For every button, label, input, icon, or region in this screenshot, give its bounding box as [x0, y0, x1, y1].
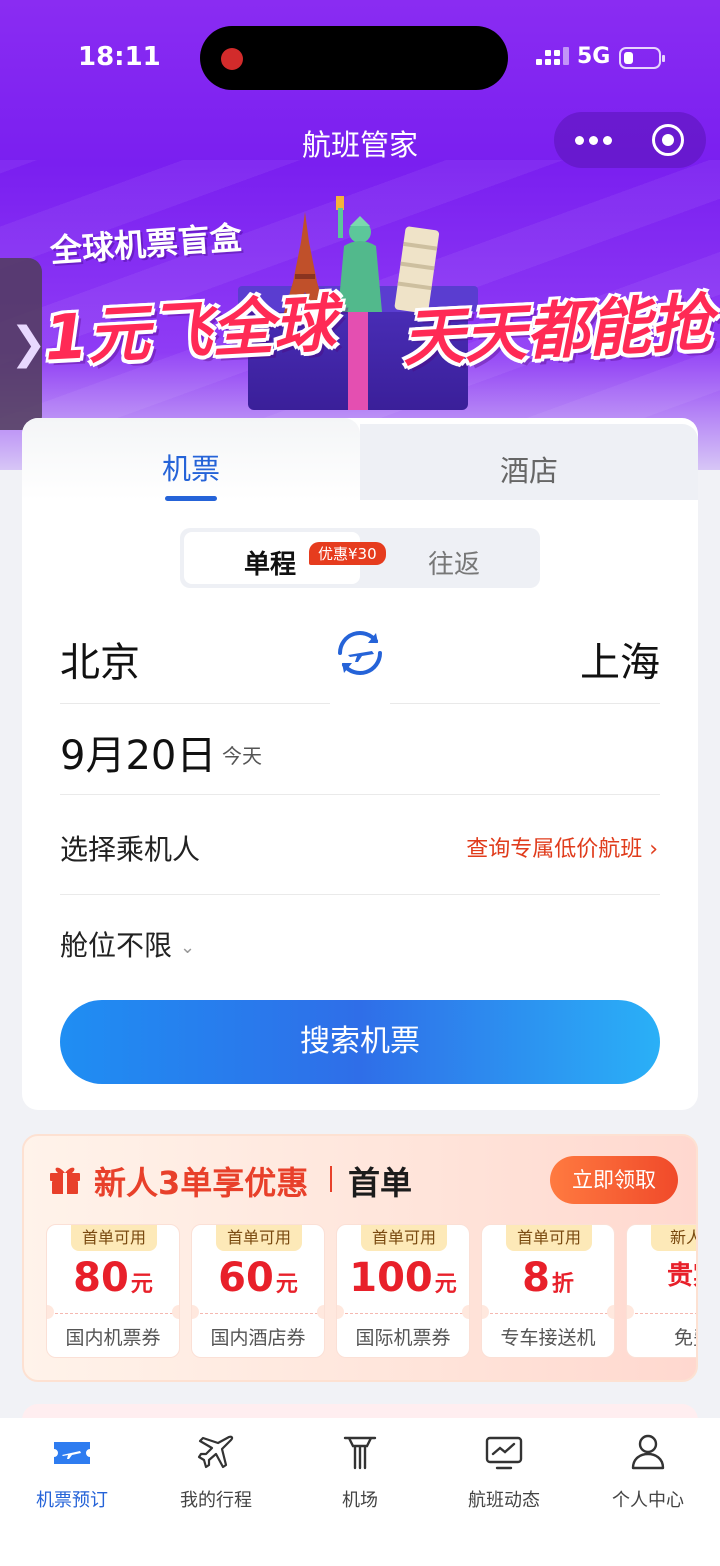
side-drawer-handle[interactable]: ❯: [0, 258, 47, 430]
trip-round-trip[interactable]: 往返: [428, 544, 480, 581]
coupon-card[interactable]: 首单可用 8折 专车接送机: [481, 1224, 615, 1358]
coupon-list: 首单可用 80元 国内机票券 首单可用 60元 国内酒店券 首单可用 100元 …: [46, 1224, 696, 1358]
monitor-icon: [485, 1436, 523, 1470]
gift-icon: [50, 1167, 80, 1194]
coupon-card[interactable]: 首单可用 100元 国际机票券: [336, 1224, 470, 1358]
dynamic-island: [200, 26, 508, 90]
status-time: 18:11: [78, 42, 161, 72]
newcomer-promo: 新人3单享优惠 首单 立即领取 首单可用 80元 国内机票券 首单可用 60元 …: [22, 1134, 698, 1382]
nav-label: 航班动态: [468, 1490, 540, 1511]
chevron-right-icon: ❯: [10, 318, 47, 369]
coupon-value: 60元: [218, 1255, 298, 1301]
coupon-desc: 专车接送机: [500, 1327, 596, 1349]
banner-headline-right[interactable]: 天天都能抢: [400, 272, 714, 378]
coupon-tag: 新人限: [651, 1225, 696, 1251]
tab-hotel[interactable]: 酒店: [360, 424, 698, 500]
chevron-down-icon: ⌄: [180, 936, 196, 958]
banner-headline-left[interactable]: 1元飞全球: [42, 272, 338, 377]
battery-icon: [619, 47, 665, 69]
coupon-card[interactable]: 新人限 贵宾 免费: [626, 1224, 696, 1358]
nav-item-airport[interactable]: 机场: [288, 1428, 432, 1518]
close-target-icon[interactable]: [652, 124, 684, 156]
airport-icon: [343, 1436, 377, 1470]
search-flights-button[interactable]: 搜索机票: [60, 1000, 660, 1084]
select-passenger[interactable]: 选择乘机人: [60, 828, 200, 868]
coupon-tag: 首单可用: [361, 1225, 447, 1251]
coupon-value: 8折: [522, 1255, 574, 1301]
cabin-class-label: 舱位不限: [60, 929, 173, 962]
passenger-divider: [60, 894, 660, 895]
departure-divider: [60, 703, 330, 704]
ticket-icon: [54, 1442, 90, 1464]
low-price-flights-link[interactable]: 查询专属低价航班 ›: [466, 831, 658, 863]
coupon-value: 贵宾: [666, 1261, 696, 1291]
coupon-desc: 国内机票券: [65, 1327, 161, 1349]
active-tab-indicator: [165, 496, 217, 501]
miniprogram-capsule[interactable]: [554, 112, 706, 168]
departure-city[interactable]: 北京: [60, 630, 140, 688]
trip-one-way-label: 单程: [244, 550, 297, 580]
arrival-divider: [390, 703, 660, 704]
network-type: 5G: [577, 44, 611, 69]
more-icon[interactable]: [575, 136, 615, 146]
coupon-desc: 国际机票券: [355, 1327, 451, 1349]
coupon-card[interactable]: 首单可用 80元 国内机票券: [46, 1224, 180, 1358]
booking-card: 酒店 机票 单程 优惠¥30 往返 北京 上海 9月20日 今天 选择乘机人 查…: [22, 418, 698, 1110]
promo-separator: [330, 1166, 332, 1192]
plane-icon: [197, 1435, 234, 1469]
header-banner-area: 18:11 5G 航班管家 全球机票盲盒 1元飞全球 天天都能抢: [0, 0, 720, 470]
nav-label: 机场: [342, 1490, 378, 1511]
coupon-value: 100元: [349, 1255, 457, 1301]
promo-subtitle: 首单: [348, 1164, 413, 1202]
nav-label: 我的行程: [180, 1490, 252, 1511]
nav-item-trips[interactable]: 我的行程: [144, 1428, 288, 1518]
departure-date[interactable]: 9月20日: [60, 723, 216, 781]
claim-coupons-button[interactable]: 立即领取: [550, 1156, 678, 1204]
tab-flight-label: 机票: [161, 452, 220, 486]
nav-item-booking[interactable]: 机票预订: [0, 1428, 144, 1518]
coupon-card[interactable]: 首单可用 60元 国内酒店券: [191, 1224, 325, 1358]
nav-item-flight-status[interactable]: 航班动态: [432, 1428, 576, 1518]
recording-dot-icon: [221, 48, 243, 70]
person-icon: [631, 1434, 665, 1470]
coupon-value: 80元: [73, 1255, 153, 1301]
arrival-city[interactable]: 上海: [580, 630, 660, 688]
swap-cities-icon[interactable]: [332, 625, 388, 681]
cabin-class-select[interactable]: 舱位不限 ⌄: [60, 924, 195, 964]
nav-label: 机票预订: [36, 1490, 108, 1511]
discount-badge: 优惠¥30: [309, 542, 386, 565]
date-hint: 今天: [222, 744, 262, 768]
signal-icon: [536, 47, 570, 71]
nav-label: 个人中心: [612, 1490, 684, 1511]
tab-flight[interactable]: 机票: [22, 418, 360, 501]
nav-item-profile[interactable]: 个人中心: [576, 1428, 720, 1518]
coupon-desc: 免费: [673, 1327, 696, 1349]
bottom-nav: 机票预订 我的行程 机场 航班动态 个人中心: [0, 1418, 720, 1566]
date-divider: [60, 794, 660, 795]
coupon-desc: 国内酒店券: [210, 1327, 306, 1349]
statue-of-liberty-illustration: [336, 196, 382, 312]
coupon-tag: 首单可用: [506, 1225, 592, 1251]
coupon-tag: 首单可用: [71, 1225, 157, 1251]
trip-type-selector: 单程 优惠¥30 往返: [180, 528, 540, 588]
tab-hotel-label: 酒店: [499, 454, 558, 488]
promo-title: 新人3单享优惠: [94, 1164, 309, 1202]
coupon-tag: 首单可用: [216, 1225, 302, 1251]
